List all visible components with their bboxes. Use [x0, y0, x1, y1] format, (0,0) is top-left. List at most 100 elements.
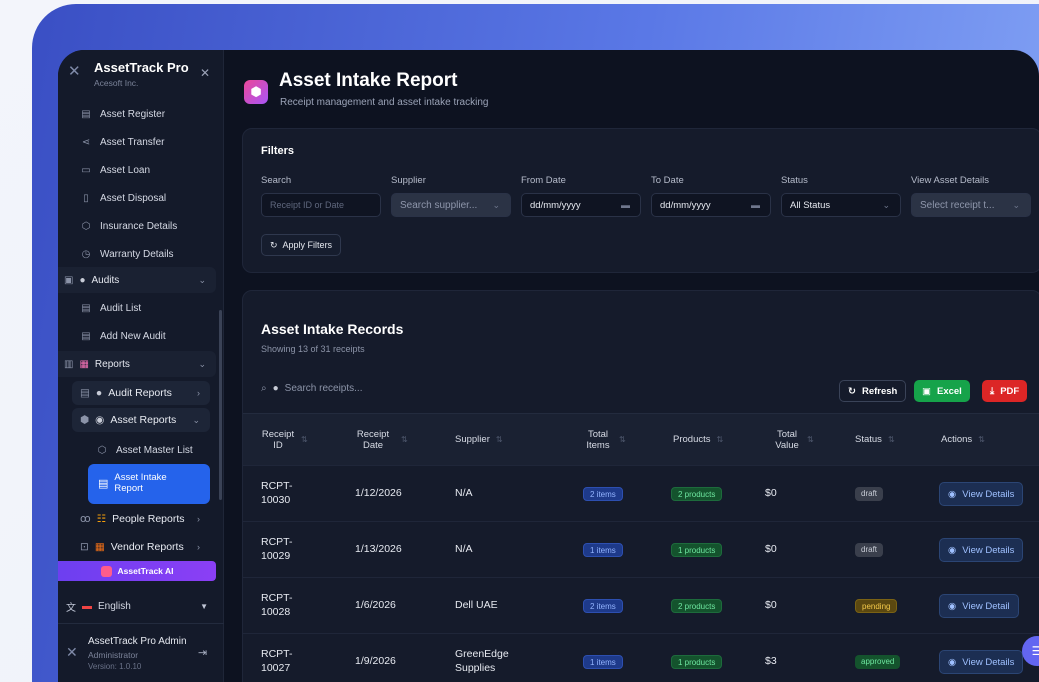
caret-down-icon: ▼ [200, 601, 208, 611]
sidebar-item-add-new-audit[interactable]: ▤ Add New Audit [66, 324, 216, 348]
chart-icon: ▥ [64, 358, 74, 370]
eye-icon: ◉ [948, 656, 957, 668]
sort-icon: ⇅ [495, 435, 503, 445]
sidebar-item-audit-reports[interactable]: ▤ ● Audit Reports › [72, 381, 210, 405]
status-badge: draft [855, 466, 925, 522]
users-icon: ꝏ [80, 513, 91, 525]
avatar: ✕ [66, 644, 78, 660]
table-row: RCPT-10030 1/12/2026 N/A 2 items 2 products $… [243, 465, 1039, 521]
sidebar-item-asset-master-list[interactable]: ⬡ Asset Master List [82, 438, 210, 462]
sort-icon: ⇅ [716, 435, 724, 445]
status-badge: pending [855, 578, 925, 634]
records-count: Showing 13 of 31 receipts [261, 344, 365, 354]
view-details-button[interactable]: ◉ View Details [939, 650, 1024, 674]
assettrack-ai-button[interactable]: AssetTrack AI [58, 561, 216, 581]
column-actions[interactable]: Actions ⇅ [941, 414, 1021, 466]
eye-icon: ◉ [948, 488, 957, 500]
receipt-date: 1/12/2026 [355, 487, 402, 500]
sidebar-item-vendor-reports[interactable]: ⊡ ▦ Vendor Reports › [72, 535, 210, 559]
bullet-icon: ● [79, 274, 86, 286]
view-details-button[interactable]: ◉ View Details [939, 538, 1024, 562]
sidebar-item-asset-transfer[interactable]: ⋖ Asset Transfer [66, 130, 216, 154]
document-icon: ▤ [81, 108, 91, 120]
calendar-icon[interactable]: ▬ [621, 200, 630, 210]
receipt-date: 1/6/2026 [355, 599, 396, 612]
from-date-input[interactable]: dd/mm/yyyy ▬ [521, 193, 641, 217]
column-status[interactable]: Status ⇅ [855, 414, 925, 466]
view-asset-details-select[interactable]: Select receipt t... ⌄ [911, 193, 1031, 217]
logo-icon: ✕ [68, 63, 81, 80]
bullet-icon: ◉ [95, 414, 105, 426]
flag-icon: ▬ [82, 600, 92, 612]
sort-icon: ⇅ [807, 435, 814, 445]
column-supplier[interactable]: Supplier ⇅ [455, 414, 545, 466]
sidebar-item-asset-disposal[interactable]: ▯ Asset Disposal [66, 186, 216, 210]
sidebar-group-reports[interactable]: ▥ ▦ Reports ⌄ [58, 351, 216, 377]
receipt-date: 1/9/2026 [355, 655, 396, 668]
chevron-right-icon: › [197, 388, 200, 398]
document-icon: ▤ [98, 477, 109, 490]
logout-icon[interactable]: ⇥ [198, 646, 207, 659]
translate-icon: 文 [66, 602, 76, 614]
products-count: 2 products [671, 578, 751, 634]
refresh-button[interactable]: ↻ Refresh [839, 380, 907, 402]
trash-icon: ▯ [83, 192, 89, 204]
records-title: Asset Intake Records [261, 321, 404, 337]
refresh-icon: ↻ [848, 385, 856, 397]
column-products[interactable]: Products ⇅ [673, 414, 753, 466]
bullet-icon: ● [95, 387, 103, 399]
sort-icon: ⇅ [401, 435, 408, 445]
sidebar-item-insurance-details[interactable]: ⬡ Insurance Details [66, 214, 216, 238]
sidebar-item-warranty-details[interactable]: ◷ Warranty Details [66, 242, 216, 266]
total-items: 1 items [583, 634, 663, 682]
brand-org: Acesoft Inc. [94, 78, 139, 88]
sidebar-group-audits[interactable]: ▣ ● Audits ⌄ [58, 267, 216, 293]
search-input[interactable]: Receipt ID or Date [261, 193, 381, 217]
sort-icon: ⇅ [887, 435, 895, 445]
supplier-select[interactable]: Search supplier... ⌄ [391, 193, 511, 217]
sidebar-item-asset-loan[interactable]: ▭ Asset Loan [66, 158, 216, 182]
receipt-id: RCPT-10030 [261, 480, 293, 506]
column-receipt-id[interactable]: Receipt ID ⇅ [261, 414, 331, 466]
supplier-name: Dell UAE [455, 599, 498, 612]
to-date-input[interactable]: dd/mm/yyyy ▬ [651, 193, 771, 217]
view-details-button[interactable]: ◉ View Details [939, 482, 1024, 506]
table-row: RCPT-10028 1/6/2026 Dell UAE 2 items 2 produ… [243, 577, 1039, 633]
vendor-badge-icon: ▦ [94, 541, 105, 553]
total-items: 2 items [583, 466, 663, 522]
table-row: RCPT-10029 1/13/2026 N/A 1 items 1 products $… [243, 521, 1039, 577]
apply-filters-button[interactable]: ↻ Apply Filters [261, 234, 342, 256]
language-selector[interactable]: 文 ▬ English ▼ [66, 596, 216, 616]
view-details-button[interactable]: ◉ View Detail [939, 594, 1019, 618]
export-pdf-button[interactable]: ⤓ PDF [982, 380, 1028, 402]
sidebar-item-audit-list[interactable]: ▤ Audit List [66, 296, 216, 320]
reports-badge-icon: ▦ [79, 358, 89, 370]
receipt-date: 1/13/2026 [355, 543, 402, 556]
page-subtitle: Receipt management and asset intake trac… [280, 97, 489, 108]
sort-icon: ⇅ [619, 435, 626, 445]
calendar-icon[interactable]: ▬ [751, 200, 760, 210]
status-select[interactable]: All Status ⌄ [781, 193, 901, 217]
records-search[interactable]: ⌕ ● Search receipts... [261, 383, 362, 394]
column-total-items[interactable]: Total Items ⇅ [583, 414, 663, 466]
sidebar: ✕ AssetTrack Pro Acesoft Inc. ✕ ▤ Asset … [58, 50, 224, 682]
column-receipt-date[interactable]: Receipt Date ⇅ [351, 414, 441, 466]
receipt-id: RCPT-10028 [261, 592, 293, 618]
sidebar-item-asset-reports[interactable]: ⬢ ◉ Asset Reports ⌄ [72, 408, 210, 432]
app-version: Version: 1.0.10 [88, 662, 142, 671]
export-excel-button[interactable]: ▣ Excel [914, 380, 970, 402]
receipt-id: RCPT-10029 [261, 536, 293, 562]
column-total-value[interactable]: Total Value ⇅ [773, 414, 843, 466]
chevron-right-icon: › [197, 514, 200, 524]
sidebar-item-asset-register[interactable]: ▤ Asset Register [66, 102, 216, 126]
records-card: Asset Intake Records Showing 13 of 31 re… [242, 290, 1039, 682]
refresh-icon: ↻ [270, 239, 278, 250]
sidebar-item-asset-intake-report[interactable]: ▤ Asset Intake Report [88, 464, 210, 504]
chevron-down-icon: ⌄ [1012, 199, 1020, 210]
close-sidebar-icon[interactable]: ✕ [200, 66, 210, 80]
sidebar-item-people-reports[interactable]: ꝏ ☷ People Reports › [72, 507, 210, 531]
brand-name: AssetTrack Pro [94, 60, 189, 75]
sidebar-scrollbar[interactable] [219, 310, 222, 500]
bullet-icon: ● [272, 383, 279, 394]
box-icon: ⬡ [97, 444, 107, 456]
